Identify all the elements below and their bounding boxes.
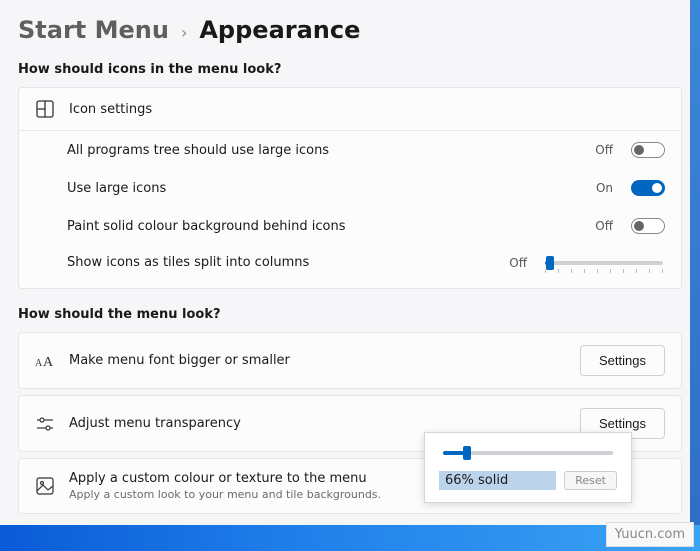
layout-icon bbox=[35, 100, 55, 118]
chevron-right-icon: › bbox=[181, 23, 187, 42]
transparency-label: Adjust menu transparency bbox=[69, 416, 566, 431]
toggle-state: On bbox=[591, 181, 613, 195]
breadcrumb: Start Menu › Appearance bbox=[18, 16, 682, 44]
slider-state: Off bbox=[505, 256, 527, 270]
row-label: Paint solid colour background behind ico… bbox=[67, 219, 579, 234]
font-settings-button[interactable]: Settings bbox=[580, 345, 665, 376]
icon-settings-header[interactable]: Icon settings bbox=[19, 88, 681, 131]
row-paint-bg: Paint solid colour background behind ico… bbox=[19, 207, 681, 245]
breadcrumb-parent[interactable]: Start Menu bbox=[18, 16, 169, 44]
toggle-state: Off bbox=[591, 219, 613, 233]
toggle-large-icons[interactable] bbox=[631, 180, 665, 196]
row-label: Use large icons bbox=[67, 181, 579, 196]
image-icon bbox=[35, 477, 55, 495]
transparency-slider[interactable] bbox=[443, 451, 613, 455]
svg-text:A: A bbox=[35, 358, 43, 369]
font-size-label: Make menu font bigger or smaller bbox=[69, 353, 566, 368]
row-tiles: Show icons as tiles split into columns O… bbox=[19, 245, 681, 288]
row-label: All programs tree should use large icons bbox=[67, 143, 579, 158]
sliders-icon bbox=[35, 416, 55, 432]
icon-settings-label: Icon settings bbox=[69, 102, 665, 117]
reset-button[interactable]: Reset bbox=[564, 471, 617, 490]
transparency-value[interactable]: 66% solid bbox=[439, 471, 556, 490]
font-size-row[interactable]: AA Make menu font bigger or smaller Sett… bbox=[19, 333, 681, 388]
section-title-icons: How should icons in the menu look? bbox=[18, 62, 682, 77]
toggle-large-tree[interactable] bbox=[631, 142, 665, 158]
row-large-icons: Use large icons On bbox=[19, 169, 681, 207]
font-size-icon: AA bbox=[35, 353, 55, 369]
tiles-slider[interactable] bbox=[545, 261, 663, 265]
font-size-card: AA Make menu font bigger or smaller Sett… bbox=[18, 332, 682, 389]
row-label: Show icons as tiles split into columns bbox=[67, 255, 493, 270]
toggle-state: Off bbox=[591, 143, 613, 157]
watermark: Yuucn.com bbox=[606, 522, 694, 547]
transparency-popup: 66% solid Reset bbox=[424, 432, 632, 503]
breadcrumb-current: Appearance bbox=[199, 16, 360, 44]
taskbar-strip bbox=[0, 525, 700, 551]
section-title-menu: How should the menu look? bbox=[18, 307, 682, 322]
toggle-paint-bg[interactable] bbox=[631, 218, 665, 234]
svg-text:A: A bbox=[43, 355, 54, 369]
row-large-tree: All programs tree should use large icons… bbox=[19, 131, 681, 169]
icon-settings-card: Icon settings All programs tree should u… bbox=[18, 87, 682, 289]
